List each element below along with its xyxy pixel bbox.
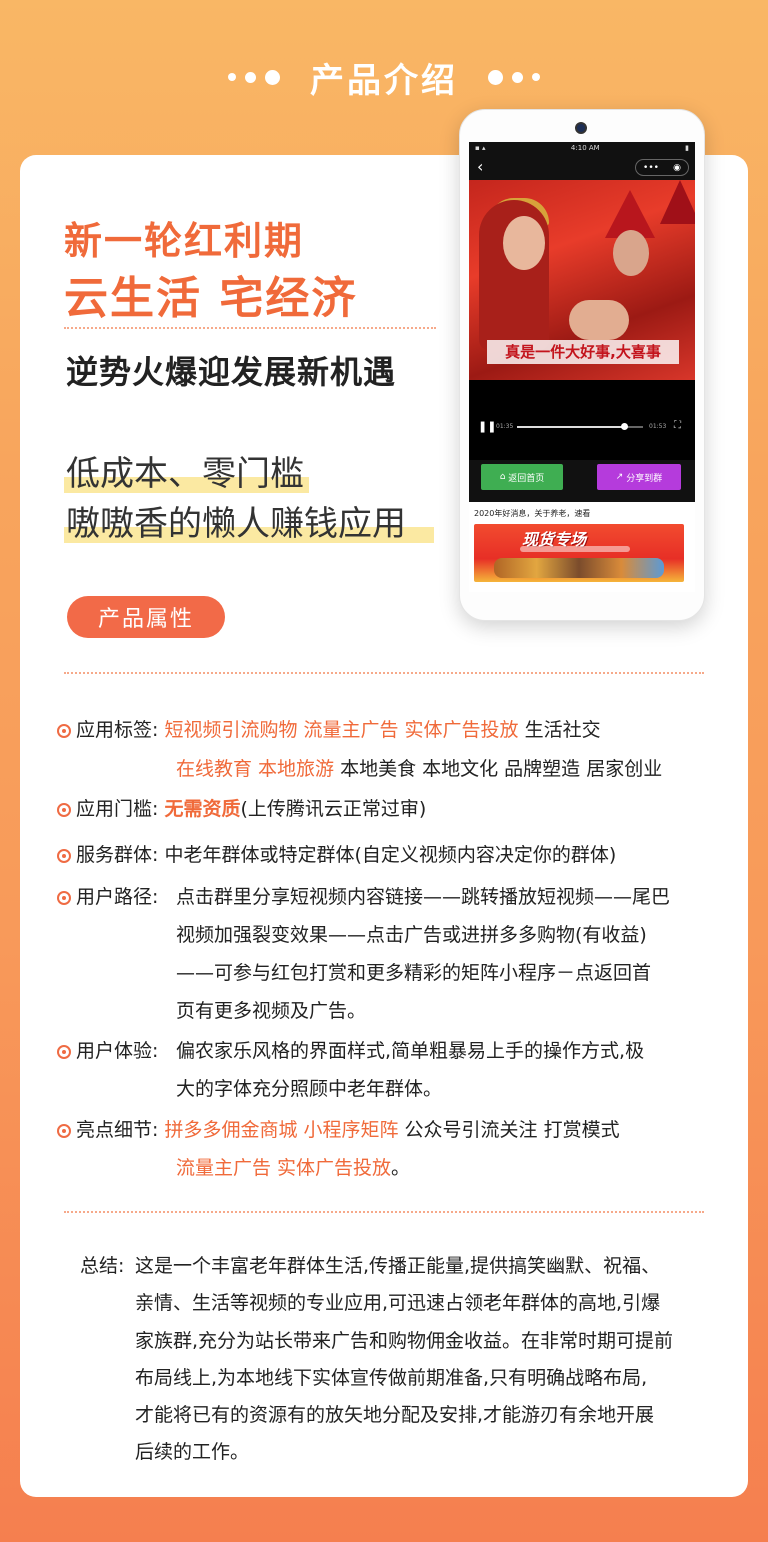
battery-icon: ▮ [685, 144, 689, 152]
bullet-icon [57, 803, 71, 817]
headline-line2: 云生活 宅经济 [64, 273, 358, 324]
fullscreen-icon[interactable]: ⛶ [674, 420, 681, 431]
bullet-icon [57, 1124, 71, 1138]
attr-highlights: 亮点细节: 拼多多佣金商城 小程序矩阵 公众号引流关注 打赏模式 [76, 1119, 620, 1141]
attr-experience: 用户体验: [76, 1040, 159, 1062]
bullet-icon [57, 891, 71, 905]
phone-screen: ▪ ▴ 4:10 AM ▮ ‹ ••• ◉ 真是一件大好事,大喜事 ❚❚ 01:… [469, 142, 695, 592]
video-player[interactable]: 真是一件大好事,大喜事 [469, 180, 695, 380]
attr-path: 用户路径: [76, 886, 159, 908]
subheadline: 逆势火爆迎发展新机遇 [66, 353, 397, 391]
info-section: 2020年好消息，关于养老，速看 现货专场 [469, 502, 695, 592]
attr-path-line: 点击群里分享短视频内容链接——跳转播放短视频——尾巴 [176, 886, 671, 908]
back-arrow-icon[interactable]: ‹ [477, 157, 483, 176]
summary-line: 亲情、生活等视频的专业应用,可迅速占领老年群体的高地,引爆 [135, 1292, 661, 1314]
more-icon[interactable]: ••• [643, 163, 659, 173]
goods-image [494, 558, 664, 578]
attr-experience-line: 偏农家乐风格的界面样式,简单粗暴易上手的操作方式,极 [176, 1040, 645, 1062]
summary-line: 才能将已有的资源有的放矢地分配及安排,才能游刃有余地开展 [135, 1404, 655, 1426]
info-text[interactable]: 2020年好消息，关于养老，速看 [474, 508, 590, 519]
home-icon: ⌂ [499, 472, 509, 482]
video-caption: 真是一件大好事,大喜事 [487, 340, 679, 364]
section-header: 产品介绍 [0, 52, 768, 102]
time-total: 01:53 [649, 423, 667, 430]
promo-banner[interactable]: 现货专场 [474, 524, 684, 582]
highlight-text-1: 低成本、零门槛 [64, 446, 309, 495]
status-bar: ▪ ▴ 4:10 AM ▮ [469, 142, 695, 154]
bullet-icon [57, 724, 71, 738]
camera-icon [575, 122, 587, 134]
decorative-dots-right [488, 69, 540, 85]
divider [64, 672, 704, 674]
close-circle-icon[interactable]: ◉ [673, 163, 681, 173]
highlight-text-2: 嗷嗷香的懒人赚钱应用 [64, 496, 434, 545]
attr-audience: 服务群体: 中老年群体或特定群体(自定义视频内容决定你的群体) [76, 844, 617, 866]
decorative-dots-left [228, 69, 280, 85]
divider [64, 327, 436, 329]
summary-line: 布局线上,为本地线下实体宣传做前期准备,只有明确战略布局, [135, 1367, 648, 1389]
attr-threshold: 应用门槛: 无需资质(上传腾讯云正常过审) [76, 798, 427, 820]
attr-experience-line: 大的字体充分照顾中老年群体。 [176, 1078, 443, 1100]
summary-line: 家族群,充分为站长带来广告和购物佣金收益。在非常时期可提前 [135, 1330, 674, 1352]
pause-icon[interactable]: ❚❚ [478, 420, 496, 433]
action-buttons: ⌂ 返回首页 ↗ 分享到群 [469, 460, 695, 502]
summary-label: 总结: [80, 1255, 125, 1277]
bullet-icon [57, 1045, 71, 1059]
home-button[interactable]: ⌂ 返回首页 [481, 464, 563, 490]
attr-highlights-line2: 流量主广告 实体广告投放。 [176, 1157, 411, 1179]
headline-line1: 新一轮红利期 [64, 219, 305, 263]
attr-path-line: 视频加强裂变效果——点击广告或进拼多多购物(有收益) [176, 924, 647, 946]
page-title: 产品介绍 [310, 60, 458, 101]
time-elapsed: 01:35 [496, 423, 514, 430]
video-controls: ❚❚ 01:35 01:53 ⛶ [469, 380, 695, 460]
summary-line: 这是一个丰富老年群体生活,传播正能量,提供搞笑幽默、祝福、 [135, 1255, 661, 1277]
status-time: 4:10 AM [570, 144, 600, 152]
divider [64, 1211, 704, 1213]
signal-icon: ▪ ▴ [475, 144, 486, 152]
attr-tags-line2: 在线教育 本地旅游 本地美食 本地文化 品牌塑造 居家创业 [176, 758, 663, 780]
share-icon: ↗ [615, 472, 627, 482]
miniprogram-capsule[interactable]: ••• ◉ [635, 159, 689, 176]
share-group-button[interactable]: ↗ 分享到群 [597, 464, 681, 490]
product-attributes-badge: 产品属性 [67, 596, 225, 638]
progress-knob[interactable] [621, 423, 628, 430]
summary-line: 后续的工作。 [135, 1441, 250, 1463]
attr-path-line: ——可参与红包打赏和更多精彩的矩阵小程序－点返回首 [176, 962, 652, 984]
app-navbar: ‹ ••• ◉ [469, 154, 695, 180]
phone-mockup: ▪ ▴ 4:10 AM ▮ ‹ ••• ◉ 真是一件大好事,大喜事 ❚❚ 01:… [459, 109, 705, 621]
attr-path-line: 页有更多视频及广告。 [176, 1000, 367, 1022]
attr-tags: 应用标签: 短视频引流购物 流量主广告 实体广告投放 生活社交 [76, 719, 601, 741]
bullet-icon [57, 849, 71, 863]
